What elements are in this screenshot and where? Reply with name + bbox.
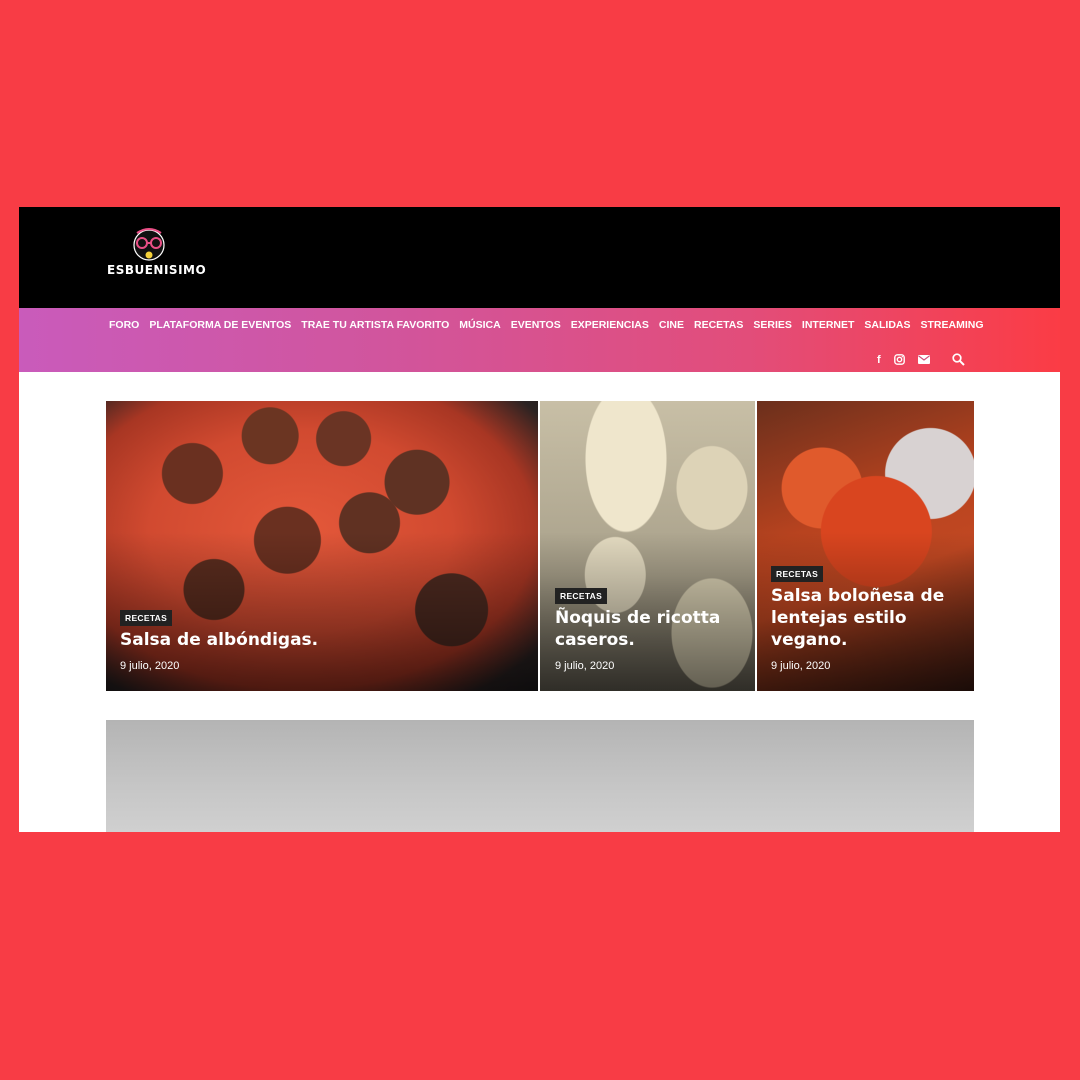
featured-card-noquis-ricotta[interactable]: RECETAS Ñoquis de ricotta caseros. 9 jul… (540, 401, 755, 691)
nav-item-recetas[interactable]: RECETAS (694, 319, 743, 331)
featured-grid: RECETAS Salsa de albóndigas. 9 julio, 20… (106, 401, 974, 691)
site-logo[interactable]: ESBUENISIMO (107, 227, 207, 287)
mail-icon[interactable] (917, 355, 930, 364)
social-links: f (877, 353, 978, 366)
card-title[interactable]: Salsa de albóndigas. (120, 629, 318, 651)
card-title[interactable]: Ñoquis de ricotta caseros. (555, 607, 720, 651)
nav-item-internet[interactable]: INTERNET (802, 319, 855, 331)
facebook-icon[interactable]: f (877, 354, 881, 366)
nav-item-foro[interactable]: FORO (109, 319, 139, 331)
nav-item-series[interactable]: SERIES (753, 319, 792, 331)
instagram-icon[interactable] (893, 354, 905, 365)
nav-item-musica[interactable]: MÚSICA (459, 319, 500, 331)
monkey-logo-icon (133, 228, 165, 261)
website-frame: ESBUENISIMO FORO PLATAFORMA DE EVENTOS T… (19, 207, 1060, 832)
logo-wordmark: ESBUENISIMO (107, 263, 207, 277)
site-header: ESBUENISIMO (19, 207, 1060, 308)
card-date: 9 julio, 2020 (120, 660, 180, 672)
card-title[interactable]: Salsa boloñesa de lentejas estilo vegano… (771, 585, 944, 651)
nav-menu: FORO PLATAFORMA DE EVENTOS TRAE TU ARTIS… (109, 319, 994, 331)
main-navigation: FORO PLATAFORMA DE EVENTOS TRAE TU ARTIS… (19, 308, 1060, 372)
nav-item-eventos[interactable]: EVENTOS (511, 319, 561, 331)
nav-item-trae-tu-artista-favorito[interactable]: TRAE TU ARTISTA FAVORITO (301, 319, 449, 331)
search-icon[interactable] (952, 353, 965, 366)
card-date: 9 julio, 2020 (555, 660, 615, 672)
nav-item-experiencias[interactable]: EXPERIENCIAS (571, 319, 649, 331)
nav-item-plataforma-de-eventos[interactable]: PLATAFORMA DE EVENTOS (149, 319, 291, 331)
featured-card-salsa-bolonesa[interactable]: RECETAS Salsa boloñesa de lentejas estil… (757, 401, 974, 691)
nav-item-salidas[interactable]: SALIDAS (864, 319, 910, 331)
nav-item-cine[interactable]: CINE (659, 319, 684, 331)
category-badge[interactable]: RECETAS (120, 610, 173, 626)
category-badge[interactable]: RECETAS (771, 566, 824, 582)
category-badge[interactable]: RECETAS (555, 588, 608, 604)
nav-item-streaming[interactable]: STREAMING (921, 319, 984, 331)
ad-banner-placeholder (106, 720, 974, 832)
card-date: 9 julio, 2020 (771, 660, 831, 672)
featured-card-salsa-albondigas[interactable]: RECETAS Salsa de albóndigas. 9 julio, 20… (106, 401, 538, 691)
